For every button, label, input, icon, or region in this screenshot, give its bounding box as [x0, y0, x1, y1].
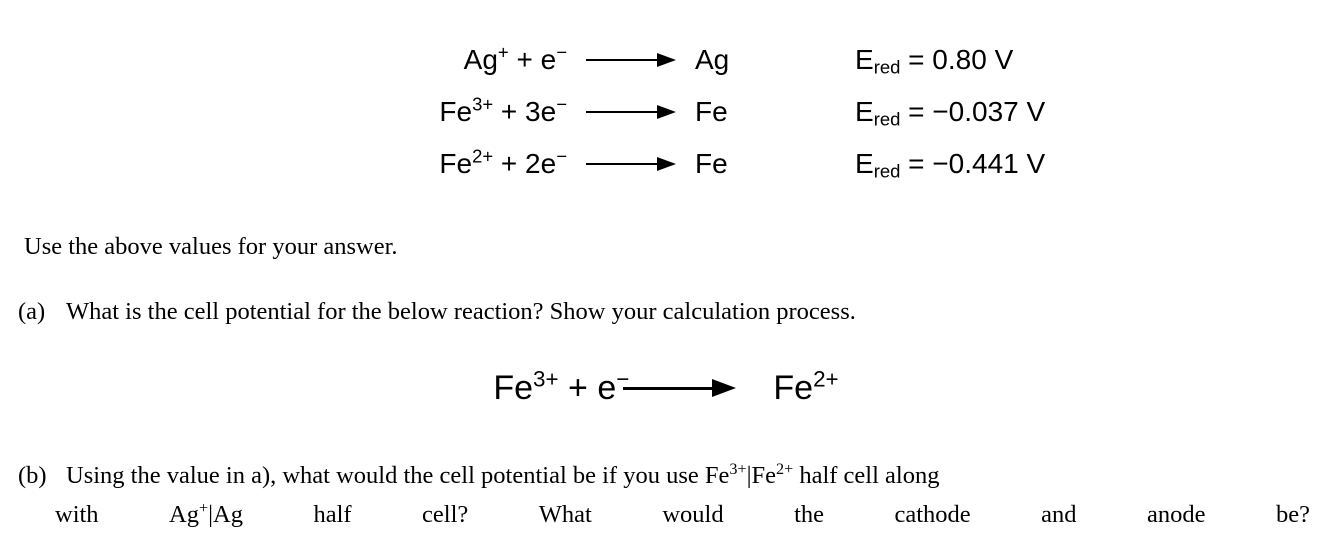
word-and: and: [1041, 501, 1077, 528]
ag-species: Ag: [169, 501, 199, 528]
equation-a-left-species: Fe: [493, 369, 533, 407]
potential-subscript: red: [873, 160, 901, 182]
reactants-cell: Fe2+ + 2e−: [0, 147, 567, 179]
potential-symbol: E: [855, 96, 874, 127]
word-what: What: [538, 501, 592, 528]
potential-subscript: red: [873, 56, 901, 78]
equation-a-reactants: Fe3+ + e−: [493, 368, 629, 407]
arrow-cell: [567, 105, 695, 119]
reactant-charge: 2+: [472, 145, 494, 167]
question-b-line1: Using the value in a), what would the ce…: [66, 461, 1318, 490]
potential-value: = −0.441 V: [908, 148, 1046, 179]
question-a-marker: (a): [18, 298, 46, 325]
reactant-species: Fe: [439, 96, 473, 127]
question-b-line1-part2: half cell along: [793, 462, 940, 489]
word-cathode: cathode: [894, 501, 971, 528]
word-cell: cell?: [422, 501, 469, 528]
electron-symbol: e: [540, 44, 557, 75]
word-half: half: [313, 501, 352, 528]
reactants-cell: Ag+ + e−: [0, 43, 567, 75]
potential-symbol: E: [855, 44, 874, 75]
potential-symbol: E: [855, 148, 874, 179]
plus-sign: +: [500, 148, 518, 179]
arrow-cell: [567, 53, 695, 67]
electron-coefficient: 3: [525, 96, 541, 127]
instruction-text: Use the above values for your answer.: [24, 233, 398, 260]
equation-a: Fe3+ + e− Fe2+: [0, 368, 1332, 407]
question-b: (b) Using the value in a), what would th…: [18, 461, 1318, 490]
equation-a-electron: e: [597, 369, 617, 407]
potential-value: = 0.80 V: [908, 44, 1014, 75]
word-anode: anode: [1147, 501, 1206, 528]
electron-symbol: e: [540, 96, 557, 127]
equation-a-right-species: Fe: [773, 369, 814, 407]
word-with: with: [55, 501, 99, 528]
question-b-marker: (b): [18, 462, 47, 489]
potential-value: = −0.037 V: [908, 96, 1046, 127]
equation-a-left-charge: 3+: [533, 366, 559, 392]
half-cell-notation-ag: Ag+|Ag: [169, 500, 243, 529]
potential-cell: Ered = −0.037 V: [855, 96, 1046, 130]
equation-a-products: Fe2+: [729, 368, 838, 407]
right-arrow-icon: [586, 157, 676, 171]
word-the: the: [794, 501, 824, 528]
question-b-separator: |Fe: [746, 462, 776, 489]
ag-charge: +: [199, 499, 209, 517]
question-a-text: What is the cell potential for the below…: [66, 298, 856, 325]
table-row: Ag+ + e− Ag Ered = 0.80 V: [0, 34, 1332, 86]
equation-a-right-charge: 2+: [813, 366, 839, 392]
reactant-charge: 3+: [472, 93, 494, 115]
table-row: Fe3+ + 3e− Fe Ered = −0.037 V: [0, 86, 1332, 138]
plus-sign: +: [500, 96, 518, 127]
right-arrow-icon: [586, 53, 676, 67]
reduction-potential-table: Ag+ + e− Ag Ered = 0.80 V Fe3+ + 3e− Fe …: [0, 34, 1332, 190]
potential-cell: Ered = 0.80 V: [855, 44, 1014, 78]
electron-symbol: e: [540, 148, 557, 179]
product-cell: Fe: [695, 96, 728, 127]
potential-subscript: red: [873, 108, 901, 130]
reactant-charge: +: [497, 41, 509, 63]
question-b-charge-1: 3+: [729, 460, 747, 478]
electron-charge: −: [556, 41, 567, 63]
reactant-species: Fe: [439, 148, 473, 179]
question-b-line1-part1: Using the value in a), what would the ce…: [66, 462, 730, 489]
right-arrow-icon: [622, 379, 736, 397]
right-arrow-icon: [586, 105, 676, 119]
electron-charge: −: [556, 93, 567, 115]
electron-charge: −: [556, 145, 567, 167]
plus-sign: +: [516, 44, 533, 75]
word-be: be?: [1276, 501, 1310, 528]
reactant-species: Ag: [463, 44, 498, 75]
product-cell: Fe: [695, 148, 728, 179]
table-row: Fe2+ + 2e− Fe Ered = −0.441 V: [0, 138, 1332, 190]
question-b-charge-2: 2+: [776, 460, 794, 478]
product-cell: Ag: [695, 44, 730, 75]
arrow-cell: [567, 157, 695, 171]
reactants-cell: Fe3+ + 3e−: [0, 95, 567, 127]
word-would: would: [662, 501, 724, 528]
potential-cell: Ered = −0.441 V: [855, 148, 1046, 182]
equation-a-plus: +: [568, 369, 588, 407]
question-a: (a) What is the cell potential for the b…: [18, 297, 1318, 326]
equation-a-arrow-cell: [622, 379, 736, 397]
electron-coefficient: 2: [525, 148, 541, 179]
question-b-line2: with Ag+|Ag half cell? What would the ca…: [55, 500, 1310, 529]
ag-rest: |Ag: [208, 501, 243, 528]
